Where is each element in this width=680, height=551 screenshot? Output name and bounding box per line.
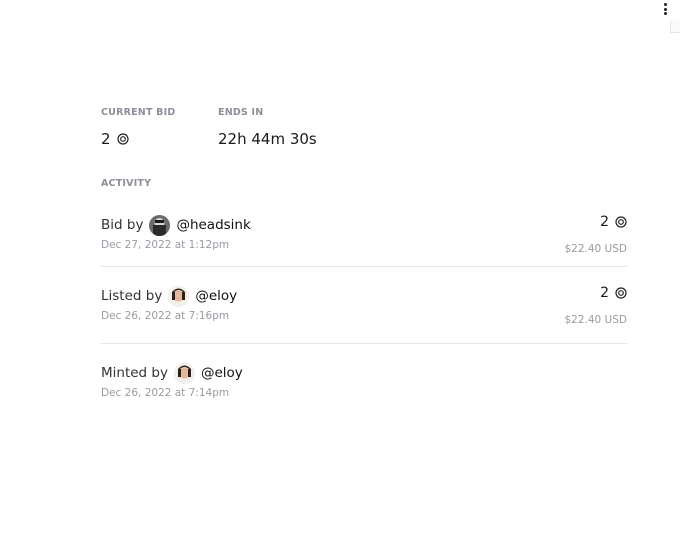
ends-in-value: 22h 44m 30s <box>218 130 317 148</box>
user-handle-link[interactable]: @eloy <box>195 288 237 304</box>
activity-item-date: Dec 27, 2022 at 1:12pm <box>101 239 230 251</box>
activity-item-date: Dec 26, 2022 at 7:16pm <box>101 310 230 322</box>
activity-item-prefix: Listed by <box>101 288 163 304</box>
tezos-currency-icon <box>116 133 129 145</box>
scrollbar-corner <box>670 20 680 33</box>
current-bid: CURRENT BID 2 <box>101 107 218 148</box>
more-vertical-icon[interactable] <box>662 3 668 15</box>
activity-item-price: 2 <box>600 285 627 301</box>
activity-item-line: Minted by @eloy <box>101 362 627 384</box>
activity-item-listed: Listed by @eloy Dec 26, 2022 at 7:16pm 2… <box>101 267 627 344</box>
current-bid-value: 2 <box>101 130 111 148</box>
ends-in-value-wrap: 22h 44m 30s <box>218 130 335 148</box>
activity-item-minted: Minted by @eloy Dec 26, 2022 at 7:14pm <box>101 344 627 421</box>
activity-item-date: Dec 26, 2022 at 7:14pm <box>101 387 230 399</box>
current-bid-label: CURRENT BID <box>101 107 176 118</box>
user-handle-link[interactable]: @eloy <box>201 365 243 381</box>
activity-item-price-value: 2 <box>600 214 609 230</box>
tezos-currency-icon <box>615 287 627 299</box>
activity-item-line: Bid by @headsink <box>101 214 627 236</box>
activity-item-prefix: Minted by <box>101 365 168 381</box>
activity-list: Bid by @headsink Dec 27, 2022 at 1:12pm … <box>101 205 627 421</box>
avatar[interactable] <box>149 214 171 236</box>
auction-panel: CURRENT BID 2 ENDS IN 22h 44m 30s ACTIVI… <box>0 0 680 551</box>
auction-stats: CURRENT BID 2 ENDS IN 22h 44m 30s <box>101 107 627 148</box>
activity-item-prefix: Bid by <box>101 217 144 233</box>
activity-label: ACTIVITY <box>101 178 152 189</box>
ends-in: ENDS IN 22h 44m 30s <box>218 107 335 148</box>
avatar[interactable] <box>168 285 190 307</box>
ends-in-label: ENDS IN <box>218 107 264 118</box>
user-handle-link[interactable]: @headsink <box>176 217 250 233</box>
activity-item-price-value: 2 <box>600 285 609 301</box>
activity-item-usd: $22.40 USD <box>564 314 627 326</box>
activity-item-line: Listed by @eloy <box>101 285 627 307</box>
bid-details: CURRENT BID 2 ENDS IN 22h 44m 30s ACTIVI… <box>101 107 627 421</box>
current-bid-value-wrap: 2 <box>101 130 218 148</box>
activity-item-bid: Bid by @headsink Dec 27, 2022 at 1:12pm … <box>101 205 627 267</box>
tezos-currency-icon <box>615 216 627 228</box>
activity-item-price: 2 <box>600 214 627 230</box>
activity-item-usd: $22.40 USD <box>564 243 627 255</box>
avatar[interactable] <box>173 362 195 384</box>
